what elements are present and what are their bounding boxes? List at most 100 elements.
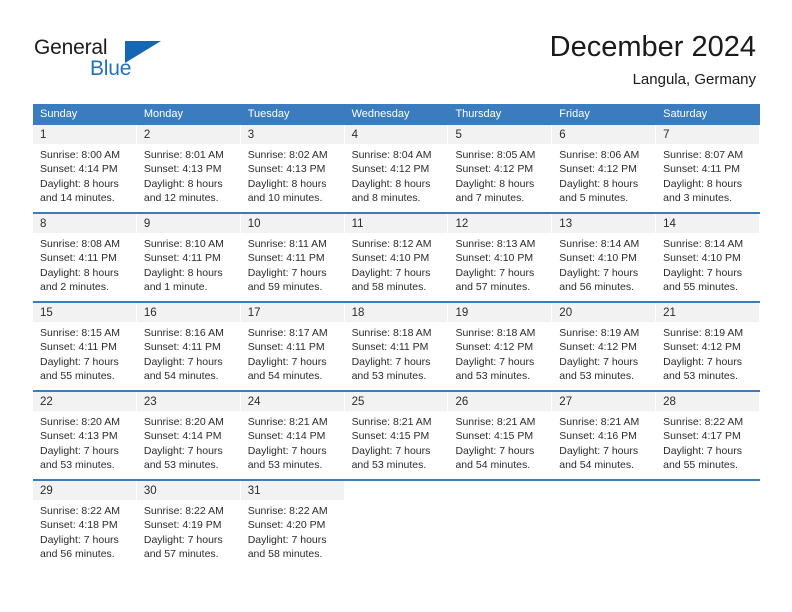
day-number-band: 25 (344, 392, 448, 411)
daylight-text-line1: Daylight: 8 hours (247, 177, 327, 190)
daylight-text-line2: and 54 minutes. (559, 459, 635, 472)
day-cell[interactable]: 23 Sunrise: 8:20 AM Sunset: 4:14 PM Dayl… (136, 392, 241, 479)
day-cell[interactable]: 11 Sunrise: 8:12 AM Sunset: 4:10 PM Dayl… (344, 214, 449, 301)
weekday-header-saturday: Saturday (663, 108, 708, 120)
week-row: 1 Sunrise: 8:00 AM Sunset: 4:14 PM Dayli… (33, 125, 761, 212)
sunrise-text: Sunrise: 8:05 AM (455, 149, 536, 161)
sunset-text: Sunset: 4:12 PM (455, 163, 534, 176)
weekday-header-tuesday: Tuesday (247, 108, 290, 120)
day-cell[interactable]: 14 Sunrise: 8:14 AM Sunset: 4:10 PM Dayl… (656, 214, 761, 301)
day-cell[interactable]: 15 Sunrise: 8:15 AM Sunset: 4:11 PM Dayl… (33, 303, 137, 390)
day-cell[interactable]: 21 Sunrise: 8:19 AM Sunset: 4:12 PM Dayl… (656, 303, 761, 390)
day-cell[interactable]: 9 Sunrise: 8:10 AM Sunset: 4:11 PM Dayli… (136, 214, 241, 301)
day-detail: Sunrise: 8:14 AM Sunset: 4:10 PM Dayligh… (552, 233, 655, 295)
daylight-text-line2: and 57 minutes. (455, 281, 531, 294)
day-cell[interactable]: 16 Sunrise: 8:16 AM Sunset: 4:11 PM Dayl… (136, 303, 241, 390)
sunset-text: Sunset: 4:12 PM (559, 341, 637, 354)
day-cell[interactable]: 30 Sunrise: 8:22 AM Sunset: 4:19 PM Dayl… (136, 481, 241, 568)
sunset-text: Sunset: 4:12 PM (455, 341, 534, 354)
daylight-text-line2: and 53 minutes. (663, 370, 738, 383)
daylight-text-line2: and 56 minutes. (559, 281, 635, 294)
day-cell[interactable]: 13 Sunrise: 8:14 AM Sunset: 4:10 PM Dayl… (552, 214, 657, 301)
daylight-text-line2: and 14 minutes. (40, 192, 115, 205)
sunset-text: Sunset: 4:10 PM (663, 252, 741, 265)
day-number: 6 (559, 129, 566, 141)
sunset-text: Sunset: 4:11 PM (40, 341, 117, 354)
day-cell[interactable]: 27 Sunrise: 8:21 AM Sunset: 4:16 PM Dayl… (552, 392, 657, 479)
day-detail: Sunrise: 8:05 AM Sunset: 4:12 PM Dayligh… (448, 144, 551, 206)
day-number-band: 24 (240, 392, 344, 411)
weekday-header-thursday: Thursday (455, 108, 502, 120)
day-cell[interactable]: 6 Sunrise: 8:06 AM Sunset: 4:12 PM Dayli… (552, 125, 657, 212)
sunset-text: Sunset: 4:11 PM (247, 341, 325, 354)
day-cell[interactable]: 24 Sunrise: 8:21 AM Sunset: 4:14 PM Dayl… (240, 392, 345, 479)
day-cell[interactable]: 26 Sunrise: 8:21 AM Sunset: 4:15 PM Dayl… (448, 392, 553, 479)
daylight-text-line2: and 57 minutes. (143, 548, 219, 561)
day-cell[interactable]: 12 Sunrise: 8:13 AM Sunset: 4:10 PM Dayl… (448, 214, 553, 301)
sunset-text: Sunset: 4:15 PM (455, 430, 534, 443)
day-detail: Sunrise: 8:17 AM Sunset: 4:11 PM Dayligh… (241, 322, 344, 384)
sunset-text: Sunset: 4:13 PM (247, 163, 326, 176)
day-cell[interactable]: 17 Sunrise: 8:17 AM Sunset: 4:11 PM Dayl… (240, 303, 345, 390)
day-cell[interactable]: 22 Sunrise: 8:20 AM Sunset: 4:13 PM Dayl… (33, 392, 137, 479)
day-cell[interactable]: 5 Sunrise: 8:05 AM Sunset: 4:12 PM Dayli… (448, 125, 553, 212)
day-number: 1 (40, 129, 47, 141)
daylight-text-line1: Daylight: 8 hours (351, 177, 431, 190)
day-number-band: 29 (33, 481, 136, 500)
day-cell[interactable]: 31 Sunrise: 8:22 AM Sunset: 4:20 PM Dayl… (240, 481, 345, 568)
day-number: 16 (143, 307, 157, 319)
day-number: 20 (559, 307, 573, 319)
daylight-text-line1: Daylight: 7 hours (143, 533, 223, 546)
daylight-text-line1: Daylight: 8 hours (559, 177, 639, 190)
day-cell[interactable]: 19 Sunrise: 8:18 AM Sunset: 4:12 PM Dayl… (448, 303, 553, 390)
day-number: 27 (559, 396, 573, 408)
day-cell[interactable]: 25 Sunrise: 8:21 AM Sunset: 4:15 PM Dayl… (344, 392, 449, 479)
day-number-band (552, 481, 656, 500)
daylight-text-line2: and 55 minutes. (663, 281, 738, 294)
day-number-band: 2 (136, 125, 240, 144)
calendar-page: General Blue December 2024 Langula, Germ… (0, 0, 792, 612)
day-number-band: 18 (344, 303, 448, 322)
daylight-text-line2: and 53 minutes. (455, 370, 531, 383)
day-number: 3 (247, 129, 255, 141)
daylight-text-line1: Daylight: 7 hours (455, 444, 535, 457)
daylight-text-line1: Daylight: 7 hours (559, 266, 639, 279)
day-detail: Sunrise: 8:18 AM Sunset: 4:11 PM Dayligh… (345, 322, 448, 384)
sunset-text: Sunset: 4:10 PM (455, 252, 534, 265)
day-cell[interactable]: 29 Sunrise: 8:22 AM Sunset: 4:18 PM Dayl… (33, 481, 137, 568)
day-detail: Sunrise: 8:19 AM Sunset: 4:12 PM Dayligh… (656, 322, 759, 384)
day-cell[interactable]: 2 Sunrise: 8:01 AM Sunset: 4:13 PM Dayli… (136, 125, 241, 212)
daylight-text-line1: Daylight: 8 hours (143, 177, 223, 190)
day-number-band (344, 481, 448, 500)
daylight-text-line2: and 53 minutes. (351, 459, 427, 472)
day-cell[interactable]: 1 Sunrise: 8:00 AM Sunset: 4:14 PM Dayli… (33, 125, 137, 212)
sunrise-text: Sunrise: 8:21 AM (247, 416, 328, 428)
day-number-band: 16 (136, 303, 240, 322)
daylight-text-line1: Daylight: 7 hours (247, 266, 327, 279)
sunrise-text: Sunrise: 8:21 AM (351, 416, 432, 428)
daylight-text-line1: Daylight: 8 hours (40, 266, 119, 279)
day-cell[interactable]: 4 Sunrise: 8:04 AM Sunset: 4:12 PM Dayli… (344, 125, 449, 212)
sunrise-text: Sunrise: 8:22 AM (40, 505, 120, 517)
daylight-text-line1: Daylight: 7 hours (40, 355, 119, 368)
day-number: 10 (247, 218, 261, 230)
day-detail: Sunrise: 8:22 AM Sunset: 4:17 PM Dayligh… (656, 411, 759, 473)
day-detail: Sunrise: 8:02 AM Sunset: 4:13 PM Dayligh… (241, 144, 344, 206)
day-number-band: 28 (656, 392, 760, 411)
day-cell[interactable]: 18 Sunrise: 8:18 AM Sunset: 4:11 PM Dayl… (344, 303, 449, 390)
day-cell[interactable]: 10 Sunrise: 8:11 AM Sunset: 4:11 PM Dayl… (240, 214, 345, 301)
daylight-text-line1: Daylight: 7 hours (663, 355, 742, 368)
day-number: 22 (40, 396, 53, 408)
sunrise-text: Sunrise: 8:10 AM (143, 238, 224, 250)
day-cell[interactable]: 3 Sunrise: 8:02 AM Sunset: 4:13 PM Dayli… (240, 125, 345, 212)
day-cell[interactable]: 28 Sunrise: 8:22 AM Sunset: 4:17 PM Dayl… (656, 392, 761, 479)
day-cell[interactable]: 20 Sunrise: 8:19 AM Sunset: 4:12 PM Dayl… (552, 303, 657, 390)
day-cell[interactable]: 7 Sunrise: 8:07 AM Sunset: 4:11 PM Dayli… (656, 125, 761, 212)
daylight-text-line2: and 53 minutes. (247, 459, 323, 472)
daylight-text-line1: Daylight: 7 hours (40, 444, 119, 457)
day-detail: Sunrise: 8:08 AM Sunset: 4:11 PM Dayligh… (33, 233, 136, 295)
day-number-band: 10 (240, 214, 344, 233)
day-number-band: 6 (552, 125, 656, 144)
day-cell-empty (656, 481, 761, 568)
day-cell[interactable]: 8 Sunrise: 8:08 AM Sunset: 4:11 PM Dayli… (33, 214, 137, 301)
